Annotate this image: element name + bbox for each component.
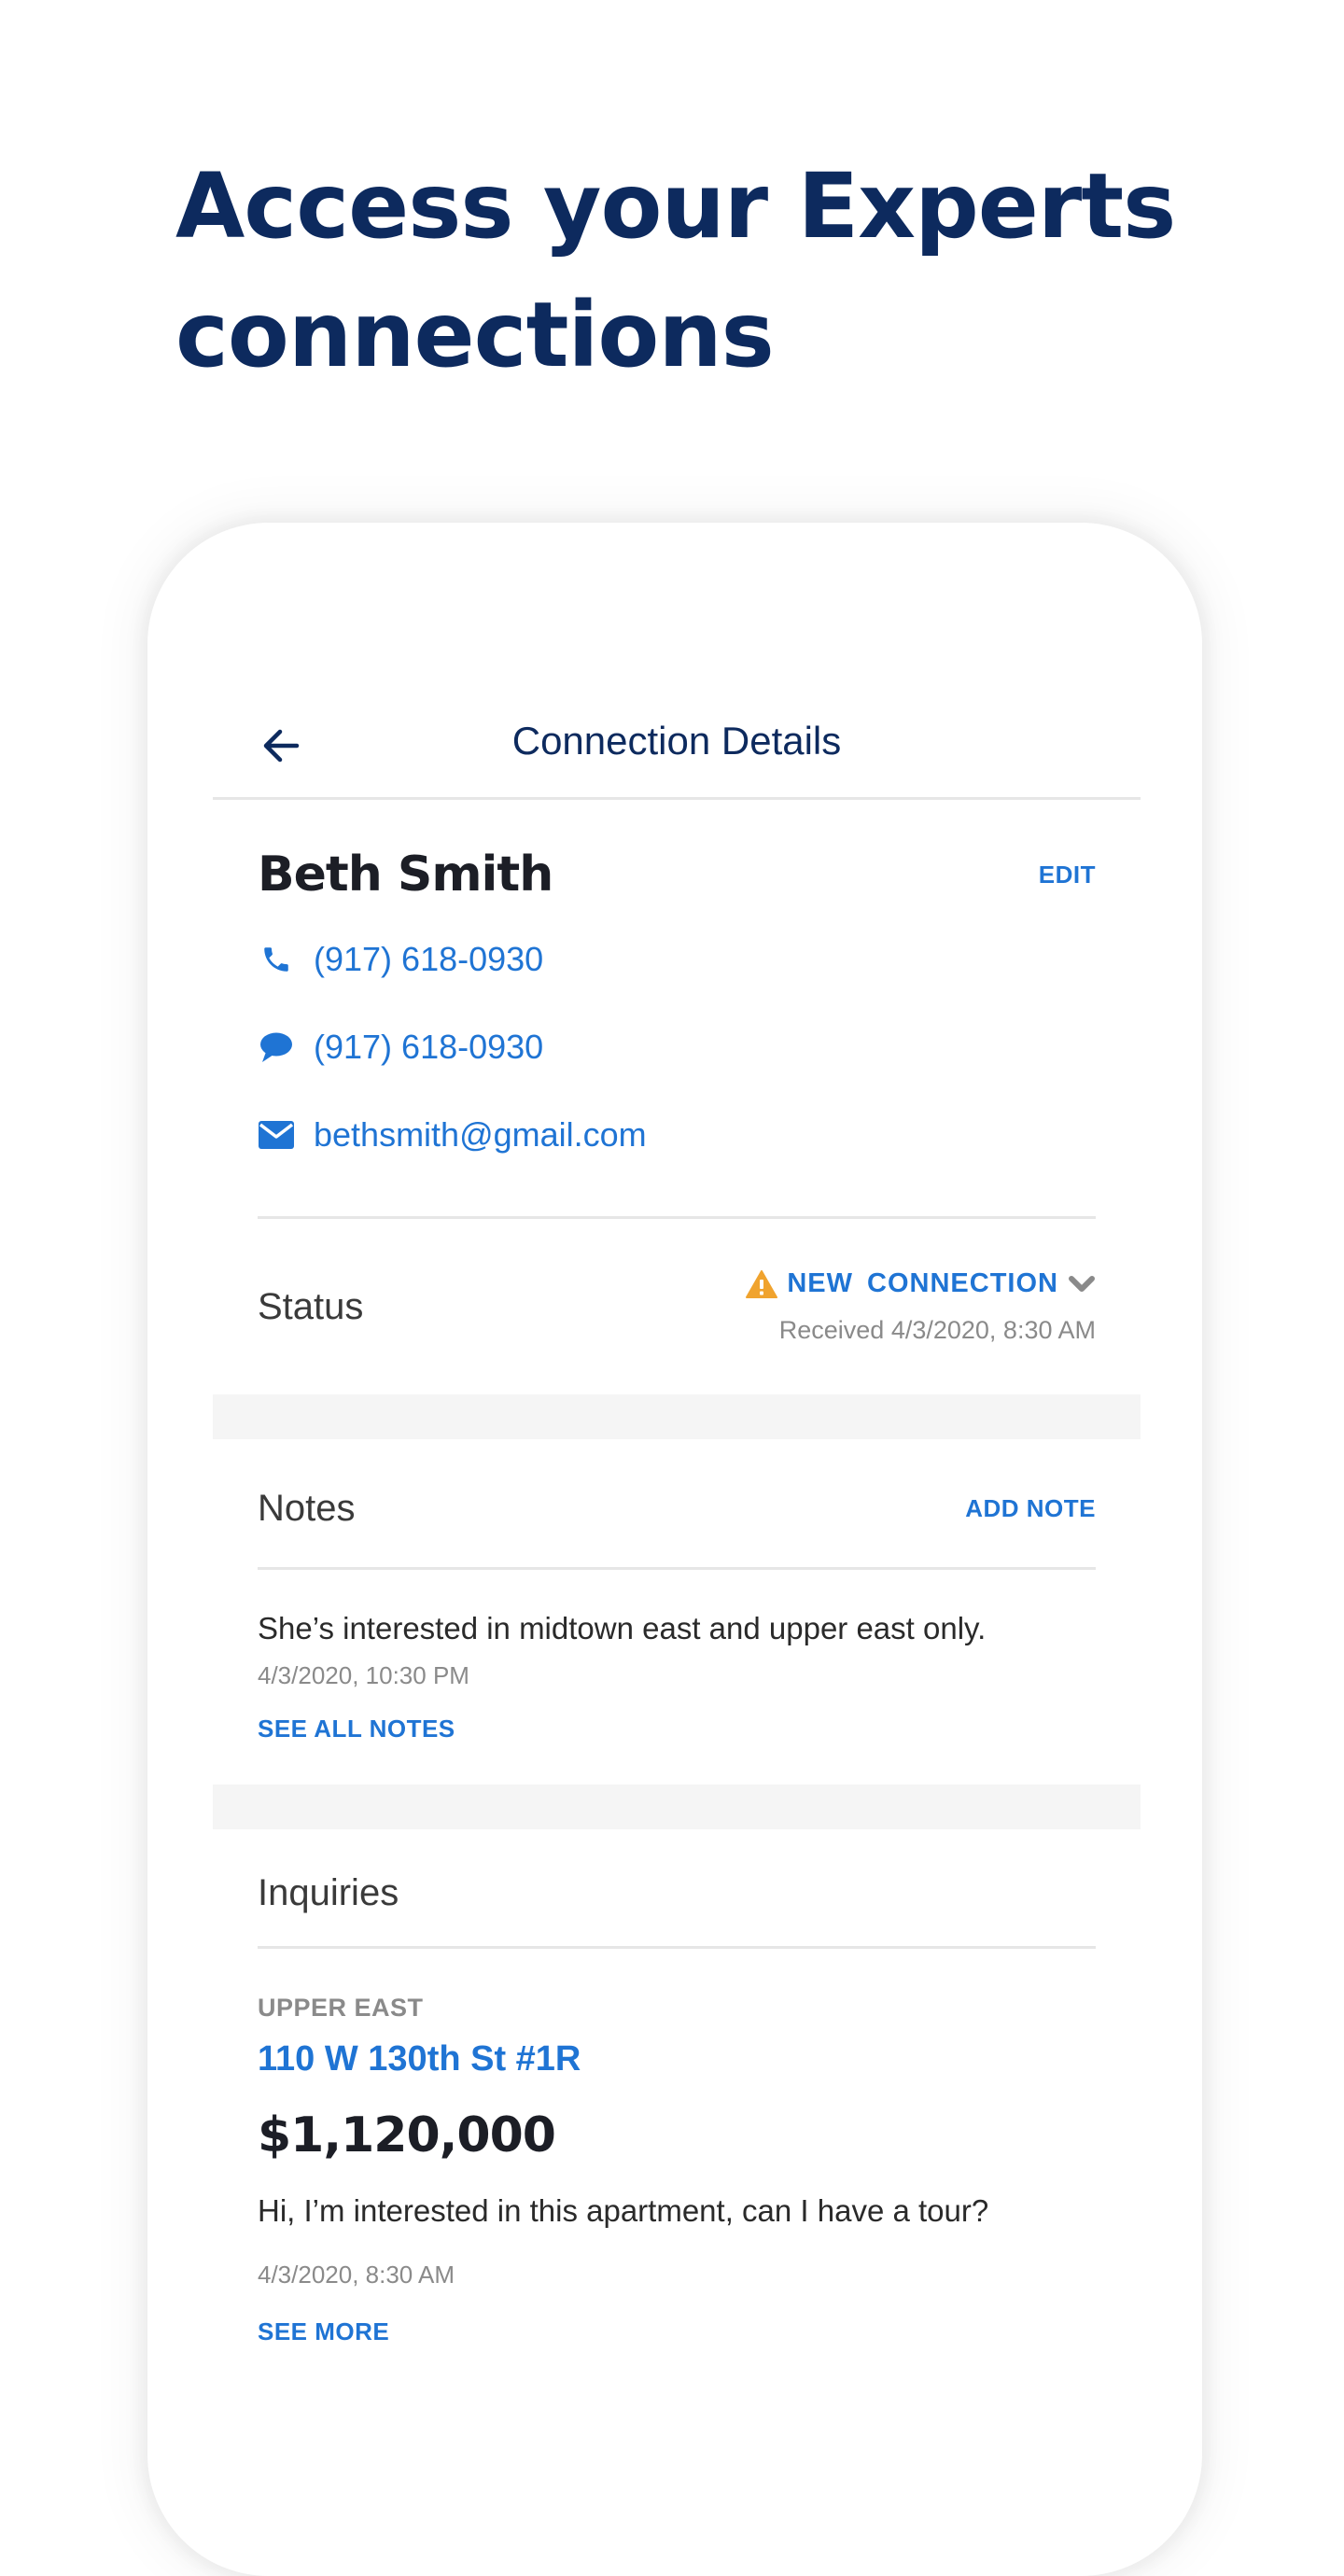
phone-row[interactable]: (917) 618-0930 (258, 916, 1096, 1003)
contact-name-row: Beth Smith EDIT (258, 847, 1096, 903)
note-timestamp: 4/3/2020, 10:30 PM (258, 1661, 469, 1689)
page-title: Connection Details (511, 719, 842, 763)
status-section: Status NEW CONNECTION Received 4/3/2020,… (258, 1219, 1096, 1394)
chat-bubble-icon (258, 1029, 295, 1066)
phone-icon (258, 941, 295, 978)
note-text: She’s interested in midtown east and upp… (258, 1611, 987, 1645)
connection-details-screen: Connection Details Beth Smith EDIT (917)… (213, 691, 1141, 2346)
inquiry-message: Hi, I’m interested in this apartment, ca… (258, 2193, 989, 2228)
status-info: NEW CONNECTION Received 4/3/2020, 8:30 A… (746, 1268, 1096, 1345)
sms-row[interactable]: (917) 618-0930 (258, 1003, 1096, 1091)
status-dropdown[interactable]: NEW CONNECTION (746, 1268, 1096, 1299)
add-note-button[interactable]: ADD NOTE (965, 1494, 1096, 1523)
email-row[interactable]: bethsmith@gmail.com (258, 1091, 1096, 1179)
warning-triangle-icon (746, 1269, 778, 1298)
section-divider-band (213, 1394, 1141, 1439)
latest-note: She’s interested in midtown east and upp… (258, 1570, 1096, 1785)
headline-line-2: connections (175, 283, 775, 387)
notes-header: Notes ADD NOTE (258, 1439, 1096, 1570)
inquiry-item: UPPER EAST 110 W 130th St #1R $1,120,000… (258, 1949, 1096, 2346)
inquiry-neighborhood: UPPER EAST (258, 1994, 424, 2022)
email-address[interactable]: bethsmith@gmail.com (314, 1115, 647, 1155)
edit-button[interactable]: EDIT (1039, 861, 1096, 889)
status-badge: NEW CONNECTION (787, 1268, 1058, 1299)
headline-line-1: Access your Experts (175, 154, 1176, 259)
notes-label: Notes (258, 1488, 356, 1529)
inquiry-timestamp: 4/3/2020, 8:30 AM (258, 2261, 455, 2289)
sms-number[interactable]: (917) 618-0930 (314, 1028, 543, 1067)
status-label: Status (258, 1285, 364, 1327)
received-timestamp: Received 4/3/2020, 8:30 AM (778, 1315, 1096, 1344)
page-headline: Access your Experts connections (175, 142, 1249, 399)
app-header: Connection Details (213, 691, 1141, 800)
contact-name: Beth Smith (258, 847, 553, 903)
chevron-down-icon (1069, 1275, 1095, 1292)
envelope-icon (258, 1116, 295, 1154)
inquiries-label: Inquiries (258, 1872, 399, 1913)
see-more-link[interactable]: SEE MORE (258, 2317, 389, 2346)
contact-card: Beth Smith EDIT (917) 618-0930 (917) 618… (258, 800, 1096, 1219)
phone-number[interactable]: (917) 618-0930 (314, 940, 543, 979)
inquiries-header: Inquiries (258, 1829, 1096, 1949)
inquiry-address-link[interactable]: 110 W 130th St #1R (258, 2039, 1096, 2079)
section-divider-band (213, 1785, 1141, 1829)
see-all-notes-link[interactable]: SEE ALL NOTES (258, 1715, 455, 1743)
inquiry-price: $1,120,000 (258, 2107, 556, 2163)
